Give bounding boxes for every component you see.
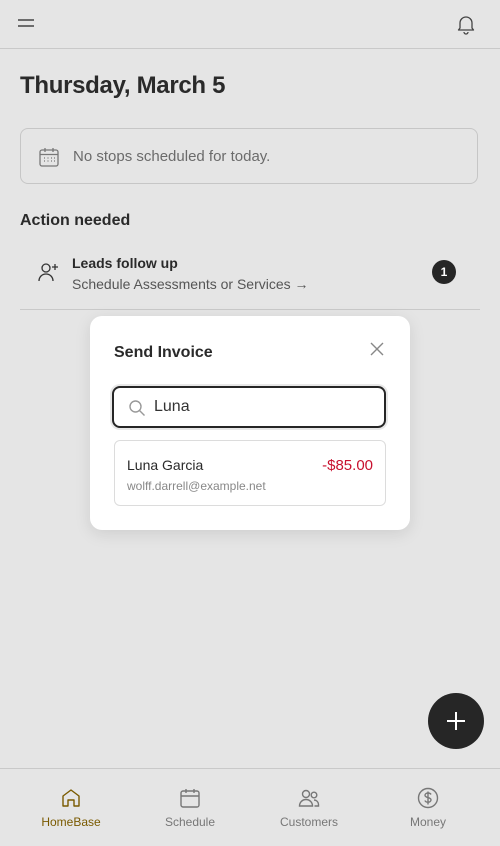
nav-customers[interactable]: Customers bbox=[259, 769, 359, 846]
send-invoice-modal: Send Invoice Luna Garcia wolff.darrell@e… bbox=[90, 316, 410, 530]
nav-label: HomeBase bbox=[41, 815, 101, 829]
leads-follow-up-row[interactable]: Leads follow up Schedule Assessments or … bbox=[20, 246, 480, 310]
home-icon bbox=[59, 786, 83, 810]
no-stops-card: No stops scheduled for today. bbox=[20, 128, 478, 184]
bell-icon[interactable] bbox=[454, 12, 478, 36]
lead-count-badge: 1 bbox=[432, 260, 456, 284]
add-user-icon bbox=[36, 260, 60, 284]
nav-label: Customers bbox=[279, 815, 338, 829]
close-icon[interactable] bbox=[368, 340, 386, 358]
nav-money[interactable]: Money bbox=[378, 769, 478, 846]
modal-title: Send Invoice bbox=[114, 344, 213, 361]
nav-homebase[interactable]: HomeBase bbox=[21, 769, 121, 846]
top-bar bbox=[0, 0, 500, 49]
customer-name: Luna Garcia bbox=[127, 457, 204, 473]
search-icon bbox=[128, 399, 146, 417]
calendar-icon bbox=[178, 786, 202, 810]
page-title: Thursday, March 5 bbox=[20, 72, 226, 99]
action-needed-heading: Action needed bbox=[20, 212, 131, 229]
plus-icon bbox=[447, 712, 465, 730]
calendar-icon bbox=[38, 146, 60, 168]
nav-schedule[interactable]: Schedule bbox=[140, 769, 240, 846]
nav-label: Money bbox=[409, 815, 447, 829]
search-field bbox=[112, 386, 386, 428]
dollar-icon bbox=[416, 786, 440, 810]
bottom-nav: HomeBase Schedule Customers Money bbox=[0, 768, 500, 846]
search-input[interactable] bbox=[154, 394, 374, 420]
customers-icon bbox=[297, 786, 321, 810]
lead-subtitle: Schedule Assessments or Services → bbox=[72, 276, 309, 292]
customer-balance: -$85.00 bbox=[322, 457, 373, 474]
no-stops-text: No stops scheduled for today. bbox=[73, 148, 271, 165]
customer-email: wolff.darrell@example.net bbox=[127, 479, 266, 493]
menu-icon[interactable] bbox=[14, 12, 38, 36]
add-button[interactable] bbox=[428, 693, 484, 749]
lead-title: Leads follow up bbox=[72, 255, 178, 271]
customer-result[interactable]: Luna Garcia wolff.darrell@example.net -$… bbox=[114, 440, 386, 506]
nav-label: Schedule bbox=[164, 815, 216, 829]
